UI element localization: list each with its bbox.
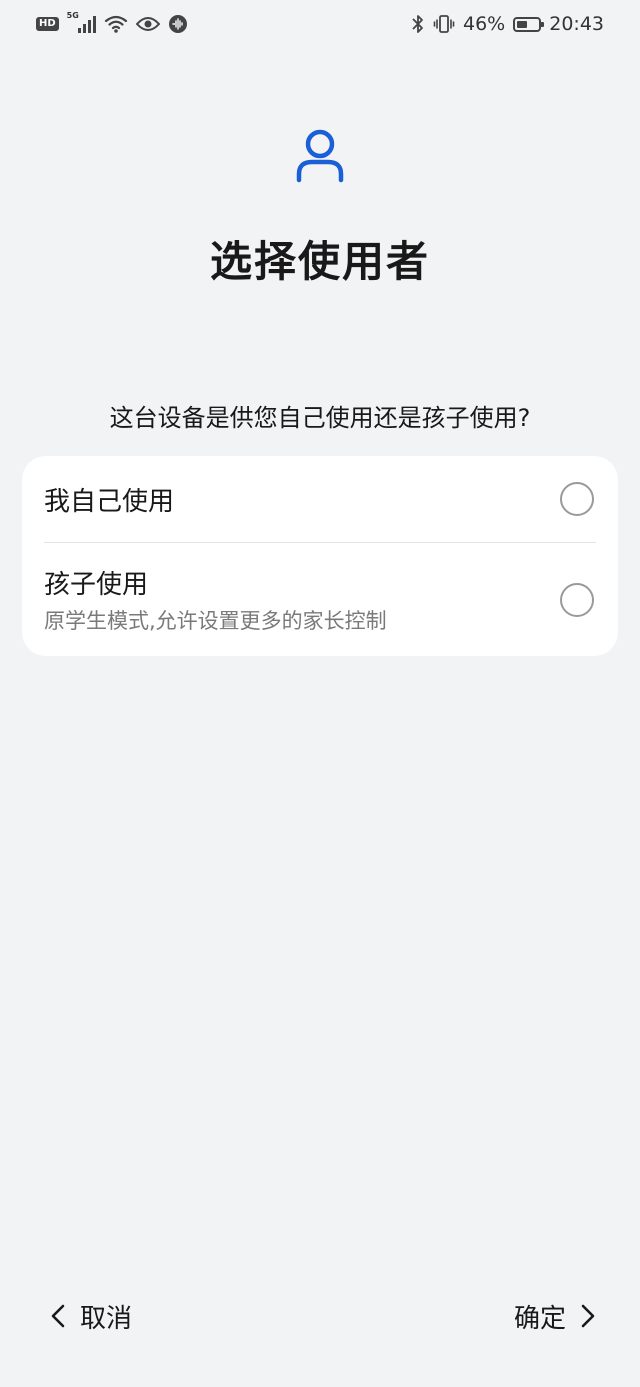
option-description: 原学生模式,允许设置更多的家长控制: [44, 609, 387, 633]
confirm-label: 确定: [513, 1303, 566, 1334]
radio-child-use[interactable]: [560, 582, 594, 617]
chevron-left-icon: [50, 1303, 66, 1329]
cancel-label: 取消: [80, 1303, 133, 1334]
radio-self-use[interactable]: [560, 482, 594, 516]
option-label: 孩子使用: [44, 570, 149, 600]
signal-icon: 5G: [67, 11, 96, 33]
option-label: 我自己使用: [44, 486, 175, 517]
question-text: 这台设备是供您自己使用还是孩子使用?: [109, 404, 531, 432]
option-self-use[interactable]: 我自己使用: [22, 456, 618, 542]
person-icon: [294, 128, 346, 184]
wifi-icon: [104, 14, 128, 34]
eye-icon: [135, 16, 160, 32]
status-bar: HD 5G 46% 20:43: [0, 0, 640, 48]
network-type: 5G: [66, 11, 79, 20]
option-child-use[interactable]: 孩子使用 原学生模式,允许设置更多的家长控制: [22, 543, 618, 656]
hd-icon: HD: [36, 17, 59, 31]
user-options-card: 我自己使用 孩子使用 原学生模式,允许设置更多的家长控制: [22, 456, 618, 656]
battery-icon: [513, 16, 545, 32]
clock: 20:43: [549, 13, 604, 35]
option-text: 孩子使用 原学生模式,允许设置更多的家长控制: [44, 564, 560, 635]
bluetooth-icon: [411, 14, 425, 34]
vibrate-icon: [433, 14, 455, 34]
page-title: 选择使用者: [209, 237, 430, 286]
status-right: 46% 20:43: [411, 13, 604, 35]
status-left: HD 5G: [36, 11, 188, 34]
battery-level: [517, 20, 527, 28]
option-text: 我自己使用: [44, 481, 560, 518]
battery-percent: 46%: [463, 13, 506, 35]
cancel-button[interactable]: 取消: [50, 1294, 132, 1338]
confirm-button[interactable]: 确定: [514, 1294, 596, 1338]
chevron-right-icon: [580, 1303, 596, 1329]
voice-icon: [168, 14, 188, 34]
